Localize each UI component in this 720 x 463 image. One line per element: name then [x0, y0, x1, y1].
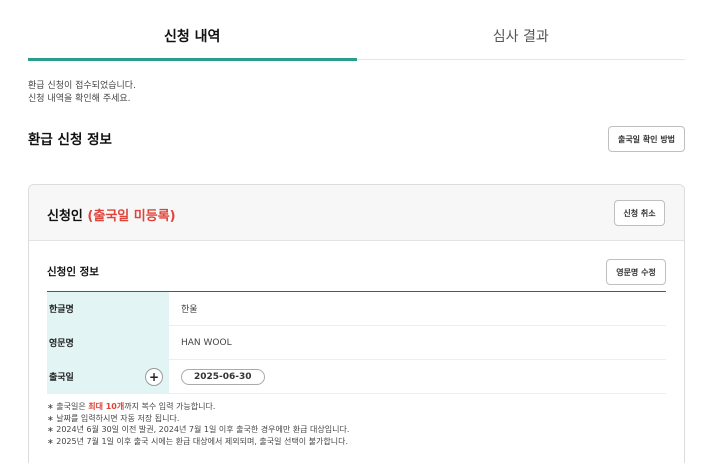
applicant-title-label: 신청인 — [47, 209, 83, 224]
max-count-highlight: 최대 10개 — [88, 402, 125, 411]
section-title: 환급 신청 정보 — [28, 132, 112, 148]
table-row: 영문명 HAN WOOL — [47, 326, 666, 360]
applicant-title: 신청인 (출국일 미등록) — [47, 205, 176, 224]
cancel-application-button[interactable]: 신청 취소 — [614, 200, 665, 226]
tab-bar: 신청 내역 심사 결과 — [28, 22, 686, 61]
note-line: ∗ 2025년 7월 1일 이후 출국 시에는 환급 대상에서 제외되며, 출국… — [47, 436, 349, 446]
notice-text: 환급 신청이 접수되었습니다. 신청 내역을 확인해 주세요. — [28, 80, 136, 106]
edit-english-name-button[interactable]: 영문명 수정 — [606, 259, 666, 285]
applicant-info-title: 신청인 정보 — [47, 266, 99, 278]
notice-line-1: 환급 신청이 접수되었습니다. — [28, 81, 136, 91]
korean-name-value: 한울 — [181, 305, 198, 315]
departure-date-label: 출국일 + — [47, 360, 169, 393]
note-line: ∗ 2024년 6월 30일 이전 발권, 2024년 7월 1일 이후 출국한… — [47, 425, 350, 434]
applicant-card-header: 신청인 (출국일 미등록) 신청 취소 — [29, 185, 684, 241]
english-name-value: HAN WOOL — [181, 337, 232, 348]
tab-application-history[interactable]: 신청 내역 — [28, 22, 357, 61]
departure-date-chip[interactable]: 2025-06-30 — [181, 368, 265, 385]
applicant-card: 신청인 (출국일 미등록) 신청 취소 신청인 정보 영문명 수정 한글명 한울… — [28, 184, 685, 463]
departure-status-badge: (출국일 미등록) — [87, 209, 176, 224]
departure-notes: ∗ 출국일은 최대 10개까지 복수 입력 가능합니다. ∗ 날짜를 입력하시면… — [47, 401, 349, 447]
departure-date-cell: 2025-06-30 — [169, 360, 666, 393]
korean-name-label: 한글명 — [47, 292, 169, 325]
note-line: ∗ 출국일은 최대 10개까지 복수 입력 가능합니다. — [47, 402, 216, 411]
table-row: 출국일 + 2025-06-30 — [47, 360, 666, 394]
tab-review-result[interactable]: 심사 결과 — [357, 22, 686, 59]
note-line: ∗ 날짜를 입력하시면 자동 저장 됩니다. — [47, 413, 180, 423]
english-name-label: 영문명 — [47, 326, 169, 359]
add-departure-date-button[interactable]: + — [145, 367, 163, 386]
applicant-info-table: 한글명 한울 영문명 HAN WOOL 출국일 + 2025-06-30 — [47, 291, 666, 394]
departure-check-guide-button[interactable]: 출국일 확인 방법 — [608, 126, 685, 152]
notice-line-2: 신청 내역을 확인해 주세요. — [28, 94, 131, 104]
table-row: 한글명 한울 — [47, 292, 666, 326]
